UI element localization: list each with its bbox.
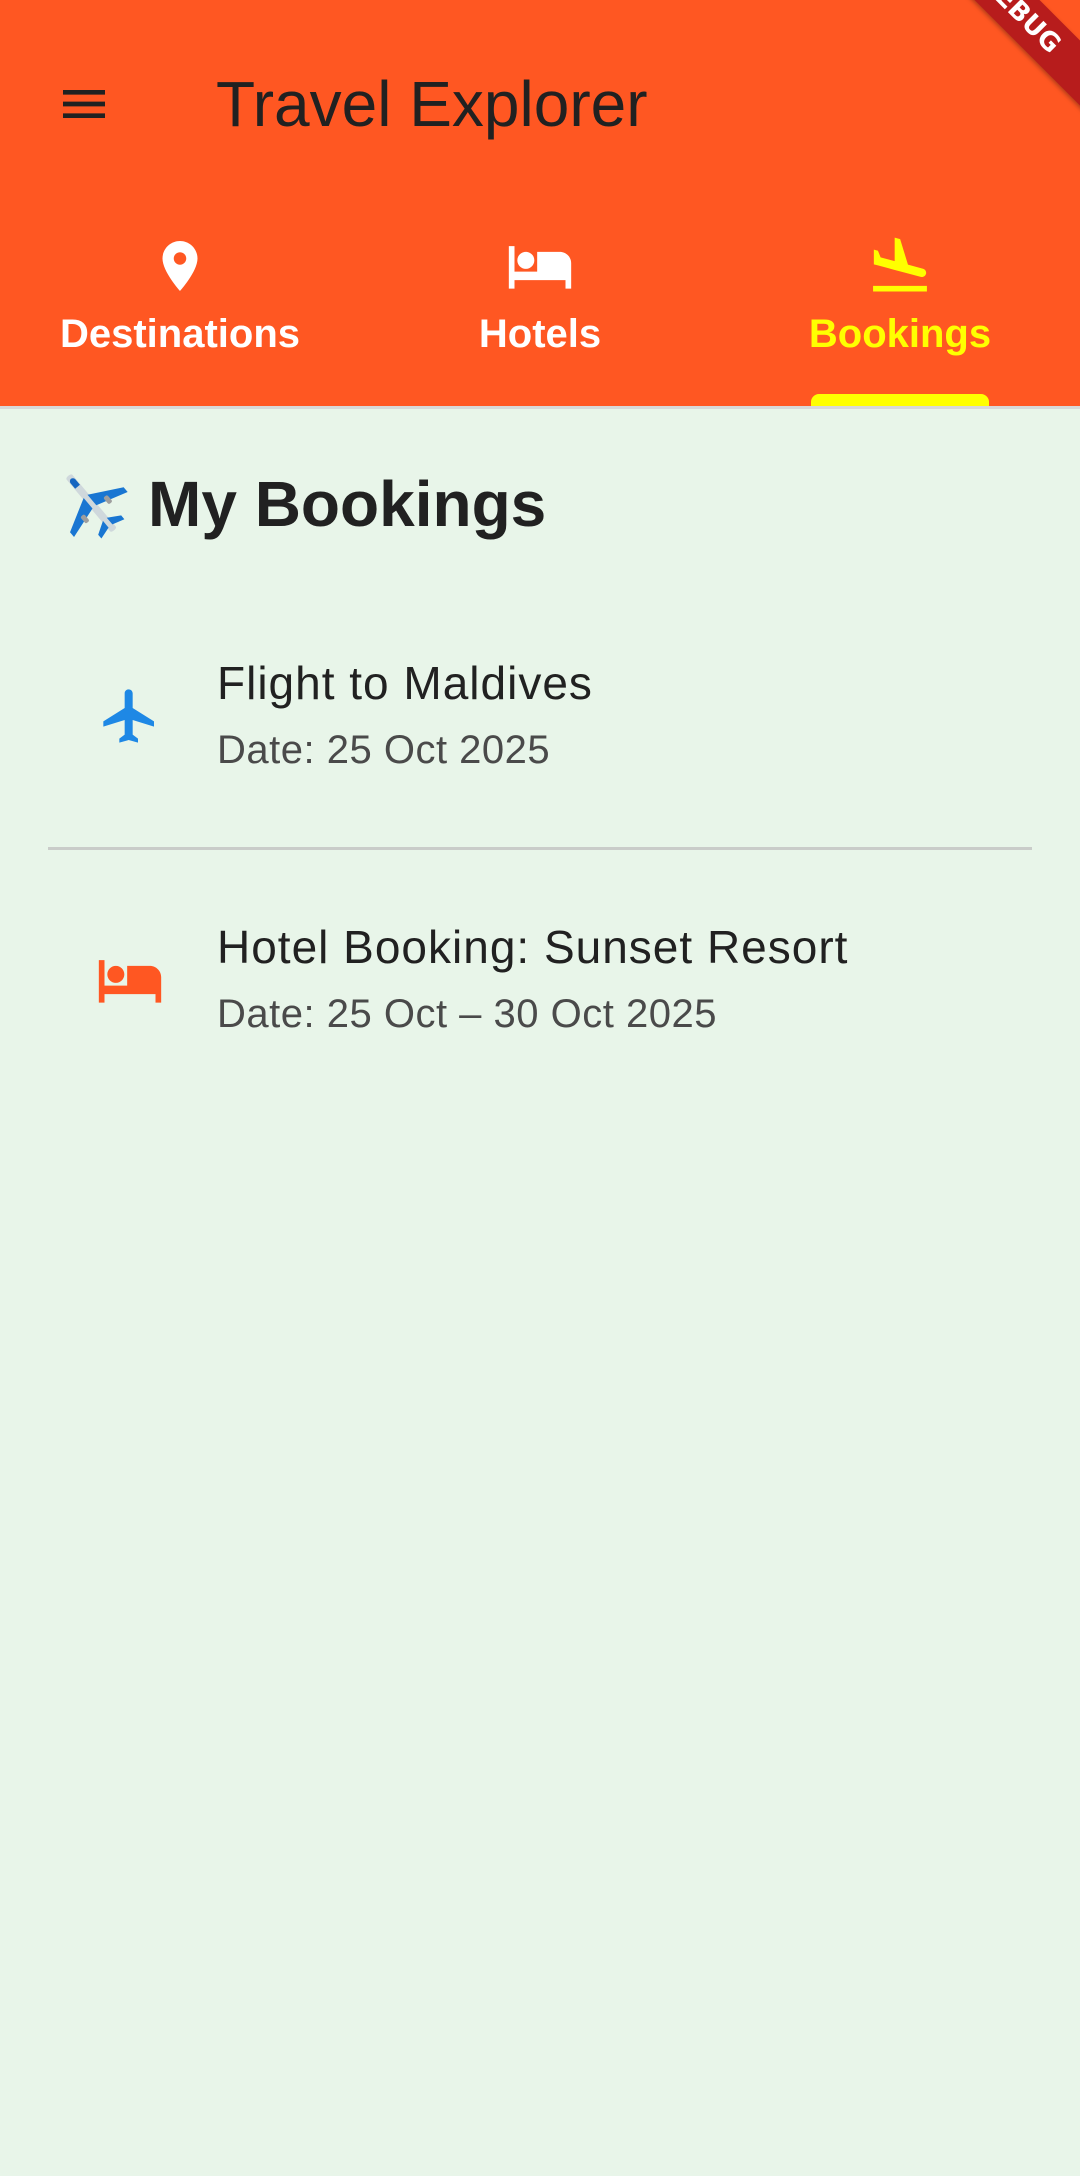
booking-date: Date: 25 Oct 2025: [217, 728, 551, 772]
app-bar: Travel Explorer DEBUG Destinations Hotel…: [0, 0, 1080, 406]
list-divider: [48, 847, 1032, 850]
airplane-icon: [94, 680, 166, 752]
tab-bar: Destinations Hotels Bookings: [0, 218, 1080, 406]
booking-item-flight[interactable]: Flight to Maldives Date: 25 Oct 2025: [48, 618, 1032, 818]
tab-label: Bookings: [808, 312, 992, 356]
debug-banner: DEBUG: [911, 0, 1080, 122]
booking-title: Hotel Booking: Sunset Resort: [217, 921, 849, 973]
booking-item-hotel[interactable]: Hotel Booking: Sunset Resort Date: 25 Oc…: [48, 882, 1032, 1082]
app-bar-divider: [0, 406, 1080, 409]
location-pin-icon: [144, 230, 216, 302]
page-heading: My Bookings: [50, 462, 546, 546]
booking-date: Date: 25 Oct – 30 Oct 2025: [217, 992, 717, 1036]
active-tab-indicator: [811, 394, 989, 406]
flight-land-icon: [864, 230, 936, 302]
booking-title: Flight to Maldives: [217, 657, 593, 709]
tab-bookings[interactable]: Bookings: [720, 218, 1080, 406]
page-title: My Bookings: [148, 468, 547, 540]
tab-destinations[interactable]: Destinations: [0, 218, 360, 406]
menu-icon: [63, 90, 105, 118]
tab-label: Hotels: [478, 312, 602, 356]
menu-button[interactable]: [42, 62, 126, 146]
airplane-emoji-icon: [50, 462, 134, 546]
tab-label: Destinations: [59, 312, 301, 356]
hotel-bed-icon: [94, 944, 166, 1016]
tab-hotels[interactable]: Hotels: [360, 218, 720, 406]
bed-icon: [504, 230, 576, 302]
app-title: Travel Explorer: [216, 68, 648, 140]
